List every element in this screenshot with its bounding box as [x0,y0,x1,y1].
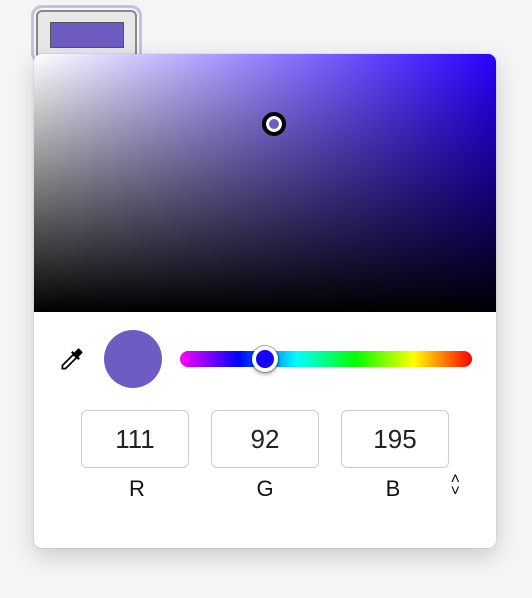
hue-slider[interactable] [180,351,472,367]
blue-input[interactable]: 195 [341,410,449,468]
saturation-value-thumb[interactable] [262,112,286,136]
color-picker-popover: 111 92 195 R G B ˄ ˅ [34,54,496,548]
color-swatch-preview [50,22,124,48]
saturation-value-field[interactable] [34,54,496,312]
hue-slider-thumb[interactable] [252,346,278,372]
green-input[interactable]: 92 [211,410,319,468]
selected-color-preview [104,330,162,388]
blue-label: B [340,476,446,502]
eyedropper-icon[interactable] [58,345,86,373]
chevron-down-icon: ˅ [451,486,460,498]
color-swatch-button[interactable] [36,10,137,59]
red-input[interactable]: 111 [81,410,189,468]
red-label: R [84,476,190,502]
color-mode-toggle[interactable]: ˄ ˅ [451,474,460,498]
green-label: G [212,476,318,502]
